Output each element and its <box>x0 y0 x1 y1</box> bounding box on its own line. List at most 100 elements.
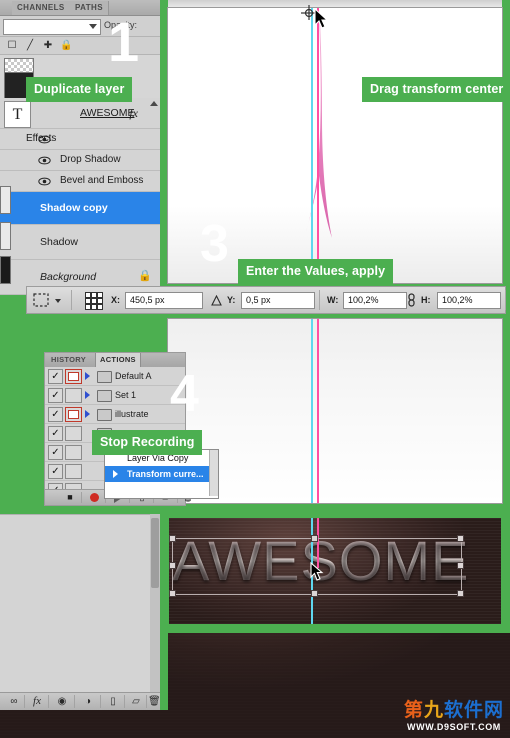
reference-point-grid[interactable] <box>85 292 103 310</box>
action-step-transform-current[interactable]: Transform curre... <box>105 466 218 482</box>
layer-chip-3 <box>0 256 11 284</box>
chevron-down-icon[interactable] <box>55 299 61 303</box>
transform-handle-middle-right[interactable] <box>457 562 464 569</box>
record-icon[interactable] <box>83 492 106 503</box>
actions-panel-tabbar: HISTORY ACTIONS <box>45 353 185 367</box>
folder-icon <box>97 390 112 402</box>
disclosure-triangle-icon[interactable] <box>85 391 90 399</box>
tab-channels[interactable]: CHANNELS <box>12 1 71 15</box>
action-set-name: illustrate <box>115 409 149 419</box>
link-aspect-ratio-icon[interactable] <box>407 293 416 307</box>
triangle-delta-icon <box>211 294 222 306</box>
callout-number-2: 2 <box>450 10 482 73</box>
disclosure-triangle-icon[interactable] <box>85 372 90 380</box>
action-row[interactable]: ✓ Default A <box>45 367 185 386</box>
transform-handle-top-right[interactable] <box>457 535 464 542</box>
watermark-char-4: 件 <box>463 700 484 721</box>
chevron-down-icon <box>89 24 97 29</box>
tab-history[interactable]: HISTORY <box>47 353 90 367</box>
popup-scrollbar[interactable] <box>209 450 218 496</box>
callout-text-2: Drag transform center <box>362 77 510 102</box>
action-toggle-checkbox[interactable]: ✓ <box>48 388 63 403</box>
action-toggle-checkbox[interactable]: ✓ <box>48 464 63 479</box>
green-frame-artwork-bottom2 <box>160 624 510 633</box>
guide-vertical-cyan-upper <box>311 8 313 283</box>
all-lock-icon[interactable]: 🔒 <box>60 40 72 52</box>
field-h[interactable]: 100,2% <box>437 292 501 309</box>
action-dialog-toggle[interactable] <box>65 369 82 384</box>
delete-layer-icon[interactable]: 🗑 <box>148 695 161 708</box>
watermark-url: WWW.D9SOFT.COM <box>407 722 501 732</box>
action-dialog-toggle[interactable] <box>65 464 82 479</box>
transform-handle-top-center[interactable] <box>311 535 318 542</box>
layer-row-bevel-emboss[interactable]: Bevel and Emboss <box>0 171 160 192</box>
transform-options-bar[interactable]: X: 450,5 px Y: 0,5 px W: 100,2% H: 100,2… <box>26 286 506 314</box>
action-steps-popup[interactable]: Layer Via Copy Transform curre... <box>104 449 219 499</box>
layer-name-bevel-emboss: Bevel and Emboss <box>60 175 144 186</box>
tab-actions[interactable]: ACTIONS <box>95 353 141 367</box>
action-toggle-checkbox[interactable]: ✓ <box>48 407 63 422</box>
callout-text-3: Enter the Values, apply <box>238 259 394 284</box>
layer-name-shadow-copy: Shadow copy <box>40 202 108 214</box>
marquee-tool-icon[interactable] <box>33 293 49 307</box>
fx-icon[interactable]: fx <box>26 695 49 708</box>
action-set-name: Default A <box>115 371 152 381</box>
field-y[interactable]: 0,5 px <box>241 292 315 309</box>
layer-row-shadow[interactable]: Shadow <box>0 225 160 260</box>
action-toggle-checkbox[interactable]: ✓ <box>48 369 63 384</box>
layer-name-effects: Effects <box>26 133 57 144</box>
layers-list[interactable]: T AWESOME fx Effects Drop Shadow Bevel a… <box>0 98 160 295</box>
layers-panel-scrollbar[interactable] <box>150 514 160 692</box>
watermark: 第九软件网 WWW.D9SOFT.COM <box>404 700 504 733</box>
layer-name-drop-shadow: Drop Shadow <box>60 154 121 165</box>
layer-thumbnail-text-icon: T <box>4 101 31 128</box>
action-dialog-toggle[interactable] <box>65 426 82 441</box>
blend-mode-select[interactable] <box>3 19 101 35</box>
action-toggle-checkbox[interactable]: ✓ <box>48 445 63 460</box>
transform-bounding-box[interactable] <box>172 538 462 595</box>
transform-handle-top-left[interactable] <box>169 535 176 542</box>
action-dialog-toggle[interactable] <box>65 407 82 422</box>
layer-chip-1 <box>0 186 11 214</box>
guide-vertical-pink-upper <box>317 8 319 283</box>
layer-row-shadow-copy[interactable]: Shadow copy <box>0 192 160 225</box>
action-row[interactable]: ✓ illustrate <box>45 405 185 424</box>
green-frame-artwork-left <box>160 508 169 633</box>
field-x[interactable]: 450,5 px <box>125 292 203 309</box>
callout-text-1: Duplicate layer <box>26 77 133 102</box>
disclosure-triangle-icon[interactable] <box>85 410 90 418</box>
transform-handle-bottom-right[interactable] <box>457 590 464 597</box>
layer-row-awesome[interactable]: T AWESOME fx <box>0 98 160 129</box>
group-icon[interactable]: ▯ <box>102 695 125 708</box>
watermark-char-5: 网 <box>483 700 504 721</box>
transform-handle-bottom-left[interactable] <box>169 590 176 597</box>
transparency-lock-icon[interactable]: ☐ <box>6 40 18 52</box>
tab-paths[interactable]: PATHS <box>70 1 109 15</box>
scrollbar-thumb[interactable] <box>151 518 159 588</box>
action-dialog-toggle[interactable] <box>65 445 82 460</box>
new-layer-icon[interactable]: ▱ <box>126 695 147 708</box>
layer-row-drop-shadow[interactable]: Drop Shadow <box>0 150 160 171</box>
adjustment-icon[interactable]: ◑ <box>76 695 101 708</box>
stop-icon[interactable]: ■ <box>59 492 82 503</box>
callout-number-4: 4 <box>170 365 199 423</box>
scroll-up-arrow-icon[interactable] <box>150 101 158 106</box>
mask-icon[interactable]: ◉ <box>50 695 75 708</box>
link-layers-icon[interactable]: ∞ <box>4 695 25 708</box>
action-dialog-toggle[interactable] <box>65 388 82 403</box>
transform-handle-middle-left[interactable] <box>169 562 176 569</box>
layer-name-background: Background <box>40 271 97 283</box>
action-toggle-checkbox[interactable]: ✓ <box>48 426 63 441</box>
field-label-w: W: <box>327 295 339 305</box>
eye-icon[interactable] <box>38 155 51 166</box>
action-row[interactable]: ✓ Set 1 <box>45 386 185 405</box>
layer-row-effects[interactable]: Effects <box>0 129 160 150</box>
layers-panel-bottom-toolbar[interactable]: ∞ fx ◉ ◑ ▯ ▱ 🗑 <box>0 692 161 710</box>
field-w[interactable]: 100,2% <box>343 292 407 309</box>
move-lock-icon[interactable]: ✚ <box>42 40 54 52</box>
eye-icon[interactable] <box>38 176 51 187</box>
brush-lock-icon[interactable]: ╱ <box>24 40 36 52</box>
fx-icon[interactable]: fx <box>129 106 138 121</box>
transform-handle-bottom-center[interactable] <box>311 590 318 597</box>
screenshot-root: AWESOME CHANNELS PATHS Opacity: ☐ ╱ ✚ 🔒 … <box>0 0 510 738</box>
